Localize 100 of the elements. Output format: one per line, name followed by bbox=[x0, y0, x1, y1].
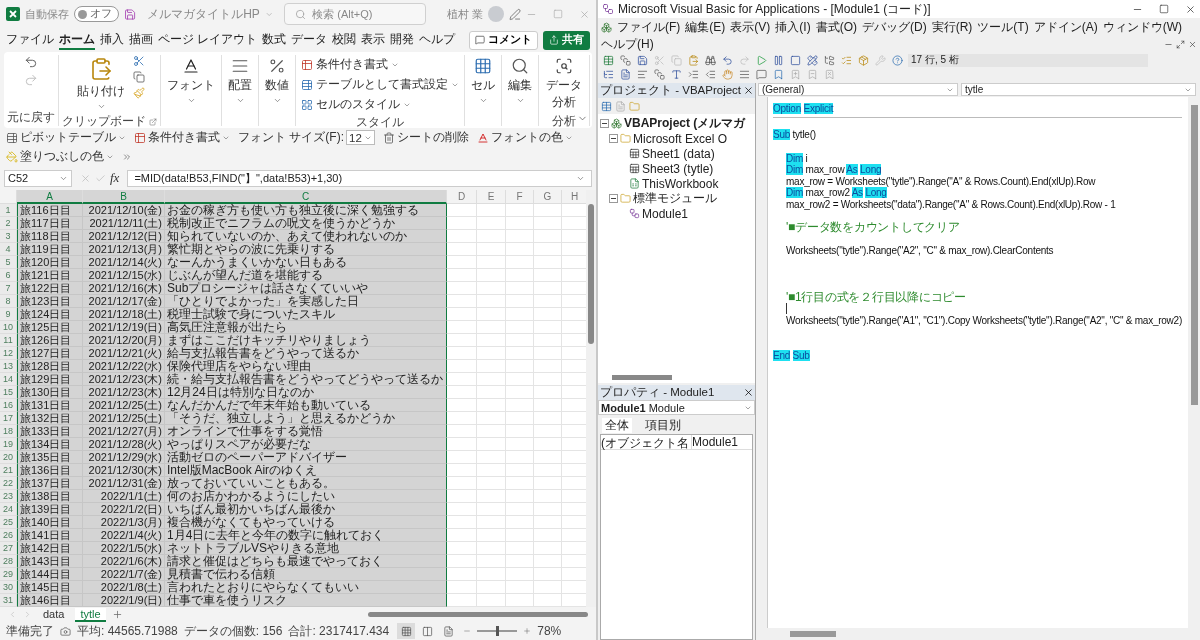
ribbon-button[interactable]: フォント bbox=[164, 55, 218, 107]
menu-item[interactable]: アドイン(A) bbox=[1033, 19, 1098, 35]
row-number[interactable]: 7 bbox=[0, 282, 17, 295]
row-number[interactable]: 6 bbox=[0, 269, 17, 282]
row-number[interactable]: 27 bbox=[0, 542, 17, 555]
style-menu-button[interactable]: テーブルとして書式設定 bbox=[299, 75, 461, 94]
column-header[interactable]: A bbox=[17, 190, 83, 204]
row-number[interactable]: 25 bbox=[0, 516, 17, 529]
quick-access-button[interactable]: 条件付き書式 bbox=[134, 129, 230, 146]
comment-button[interactable]: コメント bbox=[469, 30, 538, 50]
row-number[interactable]: 31 bbox=[0, 594, 17, 607]
row-number[interactable]: 23 bbox=[0, 490, 17, 503]
toolbar-button[interactable] bbox=[687, 53, 700, 67]
row-number[interactable]: 24 bbox=[0, 503, 17, 516]
row-number[interactable]: 19 bbox=[0, 438, 17, 451]
row-number[interactable]: 15 bbox=[0, 386, 17, 399]
paste-button[interactable]: 貼り付け bbox=[74, 55, 128, 113]
cancel-icon[interactable] bbox=[80, 172, 91, 184]
row-number[interactable]: 20 bbox=[0, 451, 17, 464]
tree-expander[interactable] bbox=[609, 194, 618, 203]
toolbar-button[interactable] bbox=[704, 53, 717, 67]
style-menu-button[interactable]: セルのスタイル bbox=[299, 95, 461, 114]
row-number[interactable]: 1 bbox=[0, 204, 17, 217]
more-icon[interactable] bbox=[122, 151, 132, 162]
toolbar-button[interactable] bbox=[891, 53, 904, 67]
quick-access-button[interactable]: シートの削除 bbox=[382, 129, 469, 146]
sheet-tab[interactable]: tytle bbox=[75, 607, 106, 622]
tree-item[interactable]: Microsoft Excel O bbox=[633, 131, 728, 146]
tree-item[interactable]: Sheet3 (tytle) bbox=[642, 161, 714, 176]
view-object-icon[interactable] bbox=[615, 100, 626, 112]
property-value[interactable]: Module1 bbox=[692, 435, 739, 449]
save-icon[interactable] bbox=[124, 7, 137, 21]
tree-item[interactable]: Module1 bbox=[642, 206, 689, 221]
tree-item[interactable]: VBAProject (メルマガ bbox=[624, 115, 746, 132]
object-dropdown[interactable]: (General) bbox=[758, 83, 958, 96]
tree-expander[interactable] bbox=[600, 119, 609, 128]
toolbar-button[interactable] bbox=[636, 53, 649, 67]
row-number[interactable]: 3 bbox=[0, 230, 17, 243]
maximize-icon[interactable] bbox=[553, 9, 563, 19]
menu-item[interactable]: 実行(R) bbox=[931, 19, 973, 35]
zoom-thumb[interactable] bbox=[496, 626, 500, 636]
toolbar-button[interactable] bbox=[823, 53, 836, 67]
vba-menu-icon[interactable] bbox=[601, 21, 612, 33]
toolbar-button[interactable] bbox=[619, 67, 632, 81]
ribbon-tab[interactable]: ホーム bbox=[59, 30, 95, 50]
menu-item[interactable]: 表示(V) bbox=[730, 19, 771, 35]
row-number[interactable]: 28 bbox=[0, 555, 17, 568]
column-header[interactable]: E bbox=[477, 190, 506, 204]
toolbar-button[interactable] bbox=[772, 53, 785, 67]
toolbar-button[interactable] bbox=[755, 53, 768, 67]
share-button[interactable]: 共有 bbox=[543, 30, 590, 50]
close-icon[interactable] bbox=[743, 85, 754, 96]
row-number[interactable]: 10 bbox=[0, 321, 17, 334]
toolbar-button[interactable] bbox=[619, 53, 632, 67]
properties-tab[interactable]: 項目別 bbox=[642, 418, 684, 433]
ribbon-tab[interactable]: 数式 bbox=[262, 30, 287, 50]
scrollbar-thumb[interactable] bbox=[790, 631, 836, 637]
row-number[interactable]: 21 bbox=[0, 464, 17, 477]
style-menu-button[interactable]: 条件付き書式 bbox=[299, 55, 461, 74]
menu-item[interactable]: ツール(T) bbox=[977, 19, 1029, 35]
column-header[interactable]: D bbox=[447, 190, 477, 204]
row-number[interactable]: 22 bbox=[0, 477, 17, 490]
ribbon-tab[interactable]: 表示 bbox=[361, 30, 386, 50]
row-number[interactable]: 30 bbox=[0, 581, 17, 594]
ribbon-tab[interactable]: ヘルプ bbox=[419, 30, 456, 50]
menu-item[interactable]: 書式(O) bbox=[815, 19, 857, 35]
quick-access-button[interactable]: 塗りつぶしの色 bbox=[6, 148, 114, 165]
tree-expander[interactable] bbox=[609, 134, 618, 143]
menu-item[interactable]: 編集(E) bbox=[685, 19, 726, 35]
ribbon-tab[interactable]: 校閲 bbox=[332, 30, 357, 50]
camera-icon[interactable] bbox=[60, 625, 71, 637]
ribbon-tab[interactable]: 描画 bbox=[129, 30, 153, 50]
toolbar-button[interactable] bbox=[670, 67, 683, 81]
view-code-icon[interactable] bbox=[601, 100, 612, 112]
column-header[interactable]: G bbox=[534, 190, 562, 204]
menu-item[interactable]: デバッグ(D) bbox=[862, 19, 927, 35]
scrollbar-thumb[interactable] bbox=[1190, 105, 1198, 405]
row-number[interactable]: 5 bbox=[0, 256, 17, 269]
column-header[interactable]: F bbox=[506, 190, 534, 204]
row-number[interactable]: 4 bbox=[0, 243, 17, 256]
toolbar-button[interactable] bbox=[721, 53, 734, 67]
row-number[interactable]: 11 bbox=[0, 334, 17, 347]
tree-item[interactable]: ThisWorkbook bbox=[642, 176, 719, 191]
ribbon-tab[interactable]: データ bbox=[291, 30, 328, 50]
vertical-scrollbar[interactable] bbox=[586, 190, 596, 607]
toolbar-button[interactable] bbox=[806, 53, 819, 67]
ribbon-tab[interactable]: ページ レイアウト bbox=[158, 30, 258, 50]
procedure-dropdown[interactable]: tytle bbox=[961, 83, 1196, 96]
ribbon-button[interactable]: 編集 bbox=[505, 55, 535, 107]
scrollbar-thumb[interactable] bbox=[588, 204, 594, 344]
row-number[interactable]: 26 bbox=[0, 529, 17, 542]
format-painter-icon[interactable] bbox=[133, 87, 145, 99]
row-number[interactable]: 2 bbox=[0, 217, 17, 230]
toolbar-button[interactable] bbox=[721, 67, 734, 81]
column-header[interactable]: B bbox=[83, 190, 165, 204]
close-icon[interactable] bbox=[743, 387, 754, 398]
ribbon-tab[interactable]: ファイル bbox=[6, 30, 54, 50]
menu-item[interactable]: ウィンドウ(W) bbox=[1102, 19, 1182, 35]
copy-icon[interactable] bbox=[133, 71, 145, 83]
row-number[interactable]: 14 bbox=[0, 373, 17, 386]
